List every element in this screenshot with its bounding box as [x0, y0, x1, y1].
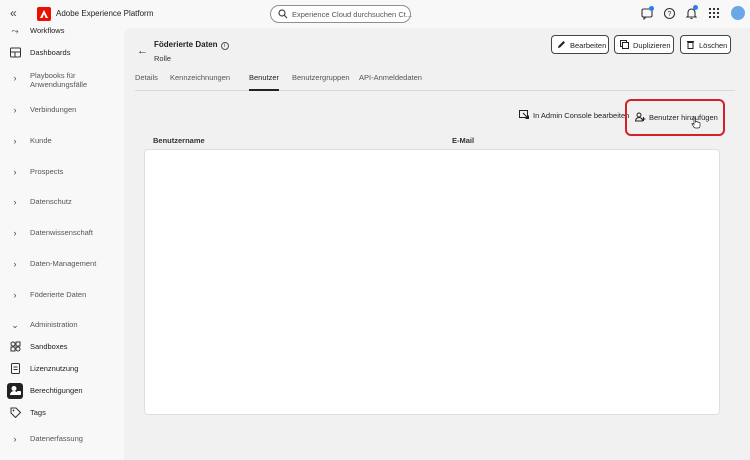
app-title[interactable]: Adobe Experience Platform — [56, 9, 153, 18]
feedback-badge — [649, 6, 654, 11]
page-title-text: Föderierte Daten — [154, 40, 218, 49]
back-arrow-icon[interactable]: ← — [137, 45, 148, 57]
duplicate-button-label: Duplizieren — [633, 41, 671, 50]
users-table-body — [144, 149, 720, 415]
sidebar-item-datenerfassung[interactable]: › Datenerfassung — [0, 431, 124, 447]
sidebar-item-berechtigungen[interactable]: Berechtigungen — [0, 383, 124, 399]
chevron-down-icon: ⌄ — [11, 320, 19, 330]
sidebar-item-label: Lizenznutzung — [30, 364, 79, 373]
delete-button-label: Löschen — [699, 41, 728, 50]
user-avatar[interactable] — [731, 6, 745, 20]
chevron-right-icon: › — [13, 105, 17, 115]
sidebar-item-kunde[interactable]: › Kunde — [0, 133, 124, 149]
add-user-icon — [635, 112, 646, 122]
tab-bar: Details Kennzeichnungen Benutzer Benutze… — [135, 71, 735, 91]
edit-in-admin-console-label: In Admin Console bearbeiten — [533, 111, 630, 120]
search-placeholder: Experience Cloud durchsuchen Ct... — [292, 10, 413, 19]
sidebar-item-label: Datenschutz — [30, 197, 72, 206]
tab-selected-indicator — [249, 89, 279, 91]
sidebar-item-administration[interactable]: ⌄ Administration — [0, 317, 124, 333]
search-input[interactable]: Experience Cloud durchsuchen Ct... — [270, 5, 413, 23]
app-switcher-icon[interactable] — [708, 7, 720, 19]
help-icon[interactable]: ? — [663, 7, 676, 20]
tag-icon — [9, 407, 21, 419]
svg-text:?: ? — [668, 11, 672, 18]
column-header-email[interactable]: E-Mail — [452, 136, 474, 145]
sidebar-item-foederierte-daten[interactable]: › Föderierte Daten — [0, 287, 124, 303]
sidebar-item-sandboxes[interactable]: Sandboxes — [0, 339, 124, 355]
workflow-icon: ⤳ — [11, 26, 19, 36]
sidebar-item-workflows[interactable]: ⤳ Workflows — [0, 23, 124, 39]
chevron-right-icon: › — [13, 228, 17, 238]
sidebar-item-label: Datenerfassung — [30, 434, 83, 443]
edit-button[interactable]: Bearbeiten — [551, 35, 609, 54]
sidebar-item-datenschutz[interactable]: › Datenschutz — [0, 194, 124, 210]
page-subtitle: Rolle — [154, 54, 172, 63]
add-user-button[interactable]: Benutzer hinzufügen — [625, 99, 725, 136]
chevron-right-icon: › — [13, 290, 17, 300]
sidebar-item-label: Kunde — [30, 136, 52, 145]
sidebar-item-label: Daten-Management — [30, 259, 97, 268]
permissions-icon — [7, 383, 23, 399]
sidebar-item-label: Verbindungen — [30, 105, 77, 114]
sidebar-item-verbindungen[interactable]: › Verbindungen — [0, 102, 124, 118]
sandbox-icon — [9, 341, 21, 353]
hand-cursor-icon — [691, 117, 701, 129]
dashboard-icon — [9, 47, 21, 59]
notifications-badge — [693, 5, 698, 10]
sidebar-item-label: Sandboxes — [30, 342, 68, 351]
delete-button[interactable]: Löschen — [680, 35, 731, 54]
sidebar-item-label: Workflows — [30, 26, 65, 35]
duplicate-icon — [620, 40, 629, 49]
tab-benutzergruppen[interactable]: Benutzergruppen — [292, 73, 350, 82]
chevron-right-icon: › — [13, 73, 17, 83]
sidebar: ⤳ Workflows Dashboards › Playbooks für A… — [0, 26, 124, 460]
edit-button-label: Bearbeiten — [570, 41, 607, 50]
pencil-icon — [558, 41, 565, 48]
sidebar-item-label: Prospects — [30, 167, 64, 176]
tab-api-anmeldedaten[interactable]: API-Anmeldedaten — [359, 73, 422, 82]
chevron-right-icon: › — [13, 197, 17, 207]
collapse-sidebar-icon[interactable]: « — [10, 7, 17, 19]
external-edit-icon — [519, 110, 529, 119]
chevron-right-icon: › — [13, 259, 17, 269]
sidebar-item-lizenznutzung[interactable]: Lizenznutzung — [0, 361, 124, 377]
add-user-label: Benutzer hinzufügen — [649, 113, 718, 122]
search-icon — [278, 9, 288, 19]
chevron-right-icon: › — [13, 167, 17, 177]
sidebar-item-tags[interactable]: Tags — [0, 405, 124, 421]
info-icon[interactable]: i — [220, 42, 229, 50]
sidebar-item-daten-management[interactable]: › Daten-Management — [0, 256, 124, 272]
sidebar-item-dashboards[interactable]: Dashboards — [0, 45, 124, 61]
tab-kennzeichnungen[interactable]: Kennzeichnungen — [170, 73, 230, 82]
sidebar-item-prospects[interactable]: › Prospects — [0, 164, 124, 180]
sidebar-item-label: Administration — [30, 320, 78, 329]
license-icon — [9, 363, 21, 375]
sidebar-item-label: Datenwissenschaft — [30, 228, 93, 237]
trash-icon — [687, 41, 694, 49]
sidebar-item-label: Berechtigungen — [30, 386, 83, 395]
sidebar-item-label: Föderierte Daten — [30, 290, 87, 299]
tab-details[interactable]: Details — [135, 73, 158, 82]
sidebar-item-label: Dashboards — [30, 48, 71, 57]
sidebar-item-playbooks[interactable]: › Playbooks für Anwendungsfälle — [0, 68, 124, 92]
column-header-benutzername[interactable]: Benutzername — [153, 136, 205, 145]
sidebar-item-datenwissenschaft[interactable]: › Datenwissenschaft — [0, 225, 124, 241]
tab-benutzer[interactable]: Benutzer — [249, 73, 279, 82]
main-content: ← Föderierte Daten i Rolle Bearbeiten Dup… — [124, 28, 750, 460]
adobe-logo-icon — [37, 7, 51, 21]
duplicate-button[interactable]: Duplizieren — [614, 35, 674, 54]
chevron-right-icon: › — [13, 136, 17, 146]
sidebar-item-label: Playbooks für — [30, 71, 76, 80]
sidebar-item-label: Tags — [30, 408, 46, 417]
chevron-right-icon: › — [13, 434, 17, 444]
page-title: Föderierte Daten i — [154, 40, 229, 50]
sidebar-item-label-line2: Anwendungsfälle — [30, 80, 88, 89]
